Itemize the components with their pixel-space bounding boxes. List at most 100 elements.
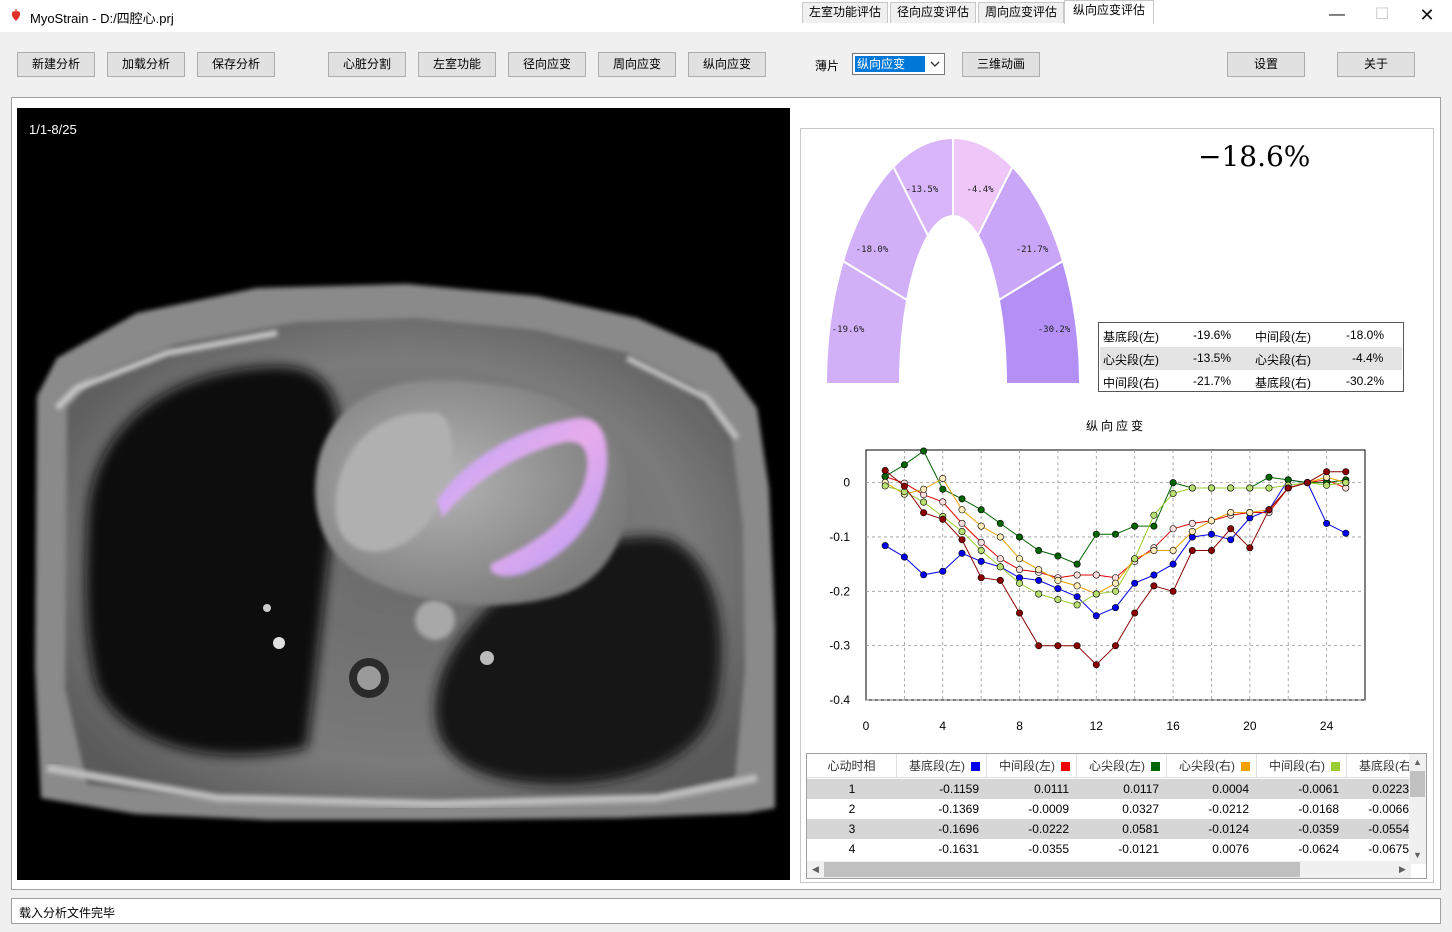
grid-header-label: 心尖段(左) — [1089, 759, 1145, 773]
close-button[interactable]: ✕ — [1404, 0, 1450, 32]
series-color-swatch — [971, 762, 980, 771]
new-analysis-button[interactable]: 新建分析 — [17, 52, 95, 77]
data-point — [1111, 579, 1119, 587]
data-point — [1016, 566, 1024, 574]
data-point — [1188, 519, 1196, 527]
load-analysis-button[interactable]: 加载分析 — [107, 52, 185, 77]
table-row[interactable]: 4 -0.1631 -0.0355 -0.0121 0.0076 -0.0624 -0.06… — [807, 839, 1411, 859]
horizontal-scroll-thumb[interactable] — [824, 862, 1300, 877]
strain-value-cell: -0.1369 — [938, 802, 979, 816]
x-tick-label: 4 — [939, 719, 946, 733]
3d-animation-button[interactable]: 三维动画 — [962, 52, 1040, 77]
minimize-button[interactable]: — — [1314, 0, 1360, 32]
segment-row: 基底段(左) -19.6% 中间段(左) -18.0% — [1100, 324, 1402, 347]
strain-value-cell: -0.1631 — [938, 842, 979, 856]
status-text: 载入分析文件完毕 — [19, 906, 116, 920]
data-point — [1054, 552, 1062, 560]
x-tick-label: 8 — [1016, 719, 1023, 733]
settings-button[interactable]: 设置 — [1227, 52, 1305, 77]
scroll-down-icon[interactable]: ▼ — [1409, 847, 1426, 864]
heart-segmentation-button[interactable]: 心脏分割 — [328, 52, 406, 77]
longitudinal-strain-button[interactable]: 纵向应变 — [688, 52, 766, 77]
scroll-left-icon[interactable]: ◀ — [807, 861, 824, 878]
strain-data-grid[interactable]: 心动时相 基底段(左) 中间段(左) 心尖段(左) 心尖段(右) 中间段(右) 基底段(右)… — [806, 753, 1427, 879]
strain-value-cell: -0.0121 — [1118, 842, 1159, 856]
data-point — [1227, 484, 1235, 492]
data-point — [900, 553, 908, 561]
data-point — [996, 533, 1004, 541]
data-point — [958, 519, 966, 527]
segment-row: 中间段(右) -21.7% 基底段(右) -30.2% — [1100, 370, 1402, 393]
grid-header-cell[interactable]: 心动时相 — [807, 754, 897, 778]
strain-value-cell: 0.0223 — [1372, 782, 1409, 796]
mri-image — [35, 284, 775, 820]
data-point — [1246, 484, 1254, 492]
grid-header-label: 基底段(左) — [909, 759, 965, 773]
save-analysis-button[interactable]: 保存分析 — [197, 52, 275, 77]
tab-lv-function-eval[interactable]: 左室功能评估 — [802, 2, 888, 23]
segment-value: -21.7% — [1193, 374, 1232, 388]
data-point — [1111, 604, 1119, 612]
radial-strain-button[interactable]: 径向应变 — [508, 52, 586, 77]
data-point — [1016, 533, 1024, 541]
tab-radial-strain-eval[interactable]: 径向应变评估 — [890, 2, 976, 23]
grid-header-cell[interactable]: 中间段(左) — [987, 754, 1077, 778]
grid-header-cell[interactable]: 基底段(左) — [897, 754, 987, 778]
data-point — [900, 461, 908, 469]
segment-value: -19.6% — [1193, 328, 1232, 342]
data-point — [1207, 517, 1215, 525]
grid-header-cell[interactable]: 中间段(右) — [1257, 754, 1347, 778]
circumferential-strain-button[interactable]: 周向应变 — [598, 52, 676, 77]
data-point — [1111, 642, 1119, 650]
vertical-scroll-thumb[interactable] — [1410, 771, 1425, 797]
vertical-scrollbar[interactable]: ▲ ▼ — [1409, 754, 1426, 864]
data-point — [1207, 547, 1215, 555]
strain-value-cell: -0.1159 — [939, 782, 979, 796]
grid-header-cell[interactable]: 心尖段(左) — [1077, 754, 1167, 778]
table-row[interactable]: 2 -0.1369 -0.0009 0.0327 -0.0212 -0.0168 -0.00… — [807, 799, 1411, 819]
maximize-button[interactable]: ☐ — [1359, 0, 1405, 32]
horizontal-scrollbar[interactable]: ◀ ▶ — [807, 861, 1411, 878]
about-button[interactable]: 关于 — [1337, 52, 1415, 77]
data-point — [1073, 582, 1081, 590]
data-point — [1131, 555, 1139, 563]
global-strain-value: −18.6% — [1198, 140, 1311, 173]
data-point — [920, 498, 928, 506]
bullseye-segment-label: -13.5% — [906, 185, 939, 195]
slice-select[interactable]: 纵向应变 — [852, 53, 945, 75]
data-point — [1092, 661, 1100, 669]
data-point — [1073, 642, 1081, 650]
data-point — [958, 528, 966, 536]
data-point — [977, 557, 985, 565]
table-row[interactable]: 1 -0.1159 0.0111 0.0117 0.0004 -0.0061 0.0223 — [807, 779, 1411, 799]
segment-name: 中间段(右) — [1103, 376, 1159, 390]
chart-title: 纵向应变 — [1086, 418, 1146, 433]
scroll-right-icon[interactable]: ▶ — [1394, 861, 1411, 878]
x-tick-label: 0 — [863, 719, 870, 733]
status-bar: 载入分析文件完毕 — [11, 898, 1441, 924]
tab-longitudinal-strain-eval[interactable]: 纵向应变评估 — [1064, 0, 1154, 24]
series-color-swatch — [1151, 762, 1160, 771]
strain-value-cell: -0.0066 — [1368, 802, 1409, 816]
data-point — [939, 515, 947, 523]
x-tick-label: 16 — [1166, 719, 1180, 733]
data-point — [881, 472, 889, 480]
data-point — [1284, 484, 1292, 492]
segment-name: 基底段(右) — [1255, 376, 1311, 390]
segment-value: -18.0% — [1346, 328, 1385, 342]
data-point — [996, 555, 1004, 563]
x-tick-label: 20 — [1243, 719, 1257, 733]
grid-header-cell[interactable]: 基底段(右) — [1347, 754, 1417, 778]
data-point — [1150, 547, 1158, 555]
grid-header-cell[interactable]: 心尖段(右) — [1167, 754, 1257, 778]
strain-value-cell: -0.0061 — [1298, 782, 1339, 796]
strain-value-cell: -0.0624 — [1298, 842, 1339, 856]
data-point — [1342, 468, 1350, 476]
tab-circumferential-strain-eval[interactable]: 周向应变评估 — [978, 2, 1064, 23]
lv-function-button[interactable]: 左室功能 — [418, 52, 496, 77]
table-row[interactable]: 3 -0.1696 -0.0222 0.0581 -0.0124 -0.0359 -0.05… — [807, 819, 1411, 839]
mri-viewer[interactable]: 1/1-8/25 — [17, 108, 790, 880]
data-point — [1323, 519, 1331, 527]
bullseye-segment-label: -4.4% — [966, 185, 994, 195]
scroll-up-icon[interactable]: ▲ — [1409, 754, 1426, 771]
